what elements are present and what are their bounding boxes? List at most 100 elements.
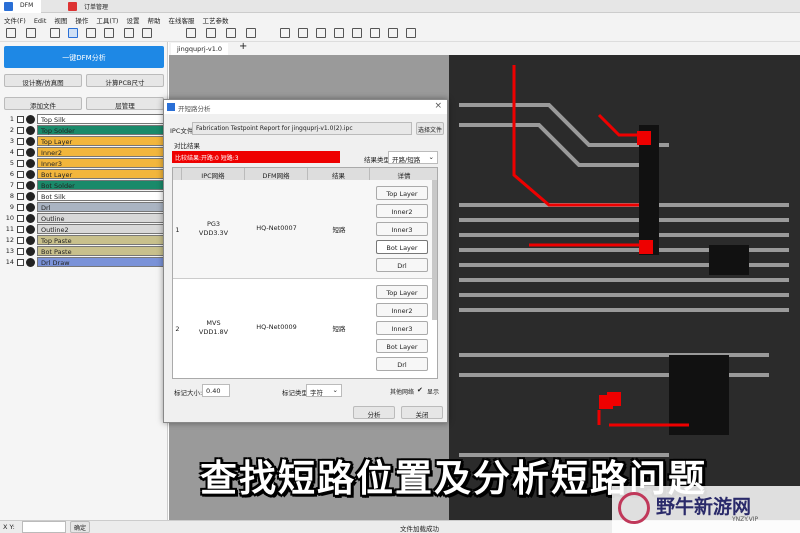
- pad-icon[interactable]: [226, 28, 236, 38]
- layer-row[interactable]: 12 Top Paste: [4, 235, 164, 246]
- net-icon[interactable]: [246, 28, 256, 38]
- detail-inner2-button[interactable]: Inner2: [376, 303, 428, 317]
- layer-row[interactable]: 14 Drl Draw: [4, 257, 164, 268]
- layer-checkbox[interactable]: [17, 182, 24, 189]
- detail-drl-button[interactable]: Drl: [376, 258, 428, 272]
- one-click-dfm-button[interactable]: 一键DFM分析: [4, 46, 164, 68]
- menu-operate[interactable]: 操作: [71, 13, 92, 25]
- mark-size-input[interactable]: 0.40: [202, 384, 230, 397]
- align-top-icon[interactable]: [280, 28, 290, 38]
- result-type-select[interactable]: 开路/短路 ⌄: [388, 151, 438, 164]
- doc-tab-jingquprj[interactable]: jingquprj-v1.0: [171, 43, 229, 55]
- home-icon[interactable]: [370, 28, 380, 38]
- measure-icon[interactable]: [124, 28, 134, 38]
- layer-row[interactable]: 5 Inner3: [4, 158, 164, 169]
- confirm-button[interactable]: 确定: [70, 521, 90, 533]
- eye-icon[interactable]: [26, 137, 35, 146]
- menu-edit[interactable]: Edit: [30, 15, 51, 25]
- tab-dfm[interactable]: DFM: [0, 0, 42, 13]
- redo-icon[interactable]: [406, 28, 416, 38]
- eye-icon[interactable]: [26, 170, 35, 179]
- layer-checkbox[interactable]: [17, 248, 24, 255]
- menu-help[interactable]: 帮助: [143, 13, 164, 25]
- layer-row[interactable]: 8 Bot Silk: [4, 191, 164, 202]
- detail-top-layer-button[interactable]: Top Layer: [376, 285, 428, 299]
- layer-row[interactable]: 13 Bot Paste: [4, 246, 164, 257]
- layer-checkbox[interactable]: [17, 116, 24, 123]
- fit-icon[interactable]: [316, 28, 326, 38]
- layer-checkbox[interactable]: [17, 160, 24, 167]
- eye-icon[interactable]: [26, 181, 35, 190]
- detail-inner3-button[interactable]: Inner3: [376, 222, 428, 236]
- layer-checkbox[interactable]: [17, 204, 24, 211]
- eye-icon[interactable]: [26, 192, 35, 201]
- menu-process[interactable]: 工艺参数: [198, 13, 232, 25]
- align-icon[interactable]: [186, 28, 196, 38]
- analyze-button[interactable]: 分析: [353, 406, 395, 419]
- layer-checkbox[interactable]: [17, 215, 24, 222]
- close-icon[interactable]: ×: [434, 101, 442, 111]
- layer-row[interactable]: 2 Top Solder: [4, 125, 164, 136]
- eye-icon[interactable]: [26, 236, 35, 245]
- menu-file[interactable]: 文件(F): [0, 13, 30, 25]
- layer-manage-button[interactable]: 层管理: [86, 97, 164, 110]
- add-file-button[interactable]: 添加文件: [4, 97, 82, 110]
- select-file-button[interactable]: 选择文件: [416, 122, 444, 135]
- calc-pcb-size-button[interactable]: 计算PCB尺寸: [86, 74, 164, 87]
- detail-drl-button[interactable]: Drl: [376, 357, 428, 371]
- menu-view[interactable]: 视图: [50, 13, 71, 25]
- text-icon[interactable]: [142, 28, 152, 38]
- print-icon[interactable]: [26, 28, 36, 38]
- eye-icon[interactable]: [26, 203, 35, 212]
- detail-bot-layer-button[interactable]: Bot Layer: [376, 339, 428, 353]
- table-row[interactable]: 2 MVS VDD1.8V HQ-Net0009 短路 Top Layer In…: [173, 279, 437, 378]
- align-bottom-icon[interactable]: [298, 28, 308, 38]
- layer-row[interactable]: 10 Outline: [4, 213, 164, 224]
- eye-icon[interactable]: [26, 126, 35, 135]
- layer-checkbox[interactable]: [17, 259, 24, 266]
- mark-type-select[interactable]: 字符 ⌄: [306, 384, 342, 397]
- ruler-icon[interactable]: [104, 28, 114, 38]
- pan-icon[interactable]: [86, 28, 96, 38]
- ipc-file-field[interactable]: Fabrication Testpoint Report for jingqup…: [192, 122, 412, 135]
- design-sim-button[interactable]: 设计赛/仿真图: [4, 74, 82, 87]
- layout-icon[interactable]: [50, 28, 60, 38]
- eye-icon[interactable]: [26, 148, 35, 157]
- menu-settings[interactable]: 设置: [122, 13, 143, 25]
- eye-icon[interactable]: [26, 225, 35, 234]
- detail-inner3-button[interactable]: Inner3: [376, 321, 428, 335]
- zoom-out-icon[interactable]: [352, 28, 362, 38]
- menu-tools[interactable]: 工具(T): [92, 13, 122, 25]
- layer-checkbox[interactable]: [17, 138, 24, 145]
- layer-checkbox[interactable]: [17, 237, 24, 244]
- detail-top-layer-button[interactable]: Top Layer: [376, 186, 428, 200]
- open-icon[interactable]: [6, 28, 16, 38]
- undo-icon[interactable]: [388, 28, 398, 38]
- xy-input[interactable]: [22, 521, 66, 533]
- eye-icon[interactable]: [26, 115, 35, 124]
- eye-icon[interactable]: [26, 214, 35, 223]
- layer-row[interactable]: 11 Outline2: [4, 224, 164, 235]
- detail-inner2-button[interactable]: Inner2: [376, 204, 428, 218]
- select-icon[interactable]: [68, 28, 78, 38]
- detail-bot-layer-button[interactable]: Bot Layer: [376, 240, 428, 254]
- table-row[interactable]: 1 PG3 VDD3.3V HQ-Net0007 短路 Top Layer In…: [173, 180, 437, 278]
- eye-icon[interactable]: [26, 247, 35, 256]
- layer-row[interactable]: 4 Inner2: [4, 147, 164, 158]
- layer-row[interactable]: 6 Bot Layer: [4, 169, 164, 180]
- add-tab-icon[interactable]: +: [239, 41, 247, 52]
- layer-checkbox[interactable]: [17, 149, 24, 156]
- tab-orders[interactable]: 订单管理: [64, 0, 116, 13]
- layer-row[interactable]: 3 Top Layer: [4, 136, 164, 147]
- layer-row[interactable]: 1 Top Silk: [4, 114, 164, 125]
- layer-row[interactable]: 7 Bot Solder: [4, 180, 164, 191]
- zoom-in-icon[interactable]: [334, 28, 344, 38]
- eye-icon[interactable]: [26, 159, 35, 168]
- menu-service[interactable]: 在线客服: [164, 13, 198, 25]
- layer-checkbox[interactable]: [17, 226, 24, 233]
- layer-checkbox[interactable]: [17, 127, 24, 134]
- layer-row[interactable]: 9 Drl: [4, 202, 164, 213]
- table-scrollbar[interactable]: [432, 180, 437, 320]
- eye-icon[interactable]: [26, 258, 35, 267]
- layer-checkbox[interactable]: [17, 171, 24, 178]
